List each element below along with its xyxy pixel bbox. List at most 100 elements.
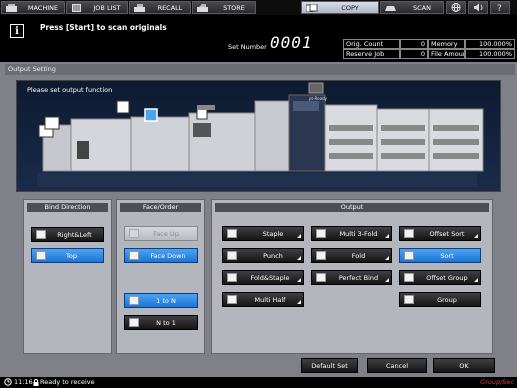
book-icon	[36, 230, 46, 239]
multi-half-button[interactable]: Multi Half	[222, 292, 304, 307]
clock-icon	[4, 378, 12, 386]
button-label: Perfect Bind	[338, 273, 379, 282]
submenu-indicator-icon	[385, 234, 389, 238]
submenu-indicator-icon	[297, 256, 301, 260]
memory-label: Memory	[428, 39, 465, 49]
submenu-indicator-icon	[474, 234, 478, 238]
group-button[interactable]: Group	[399, 292, 481, 307]
fold-staple-icon	[227, 273, 237, 282]
offset-group-button[interactable]: Offset Group	[399, 270, 481, 285]
button-label: 1 to N	[156, 296, 176, 305]
help-icon: ?	[497, 4, 502, 14]
recall-icon	[134, 3, 146, 12]
tab-recall[interactable]: RECALL	[129, 1, 191, 14]
button-label: Face Down	[150, 251, 186, 260]
svg-text:?: ?	[497, 4, 502, 13]
tab-scan[interactable]: SCAN	[380, 1, 444, 14]
file-amount-value: 100.000%	[465, 49, 515, 59]
machine-label: pt-Ready	[309, 96, 327, 101]
bind-right-left-button[interactable]: Right&Left	[31, 227, 104, 242]
tab-label: COPY	[341, 3, 359, 12]
help-button[interactable]: ?	[490, 1, 510, 14]
submenu-indicator-icon	[474, 278, 478, 282]
tab-label: JOB LIST	[93, 3, 121, 12]
multi-half-icon	[227, 295, 237, 304]
staple-icon	[227, 229, 237, 238]
job-list-icon	[71, 3, 83, 12]
tab-machine[interactable]: MACHINE	[1, 1, 65, 14]
button-label: Offset Group	[426, 273, 468, 282]
staple-button[interactable]: Staple	[222, 226, 304, 241]
fold-icon	[316, 251, 326, 260]
status-text: Ready to receive	[40, 378, 95, 386]
copy-icon	[305, 3, 318, 12]
volume-button[interactable]	[468, 1, 488, 14]
offset-sort-icon	[404, 229, 414, 238]
face-order-panel: Face/Order	[116, 199, 205, 354]
multi-3fold-button[interactable]: Multi 3-Fold	[311, 226, 392, 241]
button-label: Face Up	[153, 229, 179, 238]
tab-copy[interactable]: COPY	[301, 1, 379, 14]
face-down-icon	[129, 251, 139, 260]
machine-diagram: Please set output function pt-Ready	[16, 80, 501, 192]
orig-count-value: 0	[400, 39, 428, 49]
button-label: Offset Sort	[429, 229, 465, 238]
tab-label: STORE	[223, 3, 245, 12]
submenu-indicator-icon	[385, 256, 389, 260]
output-title: Output	[215, 203, 489, 212]
order-icon	[129, 296, 139, 305]
offset-group-icon	[404, 273, 414, 282]
order-1-to-n-button[interactable]: 1 to N	[124, 293, 198, 308]
face-down-button[interactable]: Face Down	[124, 248, 198, 263]
submenu-indicator-icon	[385, 278, 389, 282]
button-label: Right&Left	[57, 230, 92, 239]
tab-label: MACHINE	[27, 3, 59, 12]
copy-output-setting-screen: MACHINE JOB LIST RECALL STORE COPY SCAN	[0, 0, 517, 388]
info-icon: i	[10, 24, 24, 38]
submenu-indicator-icon	[297, 234, 301, 238]
sort-button[interactable]: Sort	[399, 248, 481, 263]
submenu-indicator-icon	[297, 278, 301, 282]
ok-button[interactable]: OK	[433, 358, 495, 373]
button-label: Multi Half	[254, 295, 286, 304]
perfect-bind-button[interactable]: Perfect Bind	[311, 270, 392, 285]
button-label: Group	[437, 295, 457, 304]
bind-top-button[interactable]: Top	[31, 248, 104, 263]
store-icon	[197, 3, 209, 12]
globe-button[interactable]	[446, 1, 466, 14]
button-label: Fold	[351, 251, 366, 260]
order-n-to-1-button[interactable]: N to 1	[124, 315, 198, 330]
machine-icon	[6, 3, 18, 12]
button-label: Punch	[263, 251, 283, 260]
submenu-indicator-icon	[297, 300, 301, 304]
machine-illustration	[37, 82, 484, 187]
face-up-button[interactable]: Face Up	[124, 226, 198, 241]
reserve-job-label: Reserve Job	[343, 49, 400, 59]
file-amount-label: File Amount	[428, 49, 465, 59]
fold-staple-button[interactable]: Fold&Staple	[222, 270, 304, 285]
scan-icon	[385, 4, 397, 12]
punch-button[interactable]: Punch	[222, 248, 304, 263]
tab-store[interactable]: STORE	[192, 1, 256, 14]
offset-sort-button[interactable]: Offset Sort	[399, 226, 481, 241]
button-label: Multi 3-Fold	[339, 229, 378, 238]
bind-direction-panel: Bind Direction	[23, 199, 112, 354]
default-set-button[interactable]: Default Set	[301, 358, 358, 373]
button-label: Staple	[262, 229, 284, 238]
button-label: N to 1	[156, 318, 176, 327]
panel-title: Output Setting	[5, 64, 515, 75]
cancel-button[interactable]: Cancel	[367, 358, 427, 373]
button-label: Sort	[440, 251, 454, 260]
sort-icon	[404, 251, 414, 260]
face-up-icon	[129, 229, 139, 238]
status-message: Press [Start] to scan originals	[40, 23, 167, 32]
tab-label: RECALL	[157, 3, 183, 12]
button-label: Fold&Staple	[250, 273, 290, 282]
tri-fold-icon	[316, 229, 326, 238]
tab-job-list[interactable]: JOB LIST	[66, 1, 128, 14]
punch-icon	[227, 251, 237, 260]
face-order-title: Face/Order	[120, 203, 201, 212]
fold-button[interactable]: Fold	[311, 248, 392, 263]
set-number-label: Set Number	[228, 43, 267, 51]
status-right-text: Group/Sec	[480, 378, 514, 386]
